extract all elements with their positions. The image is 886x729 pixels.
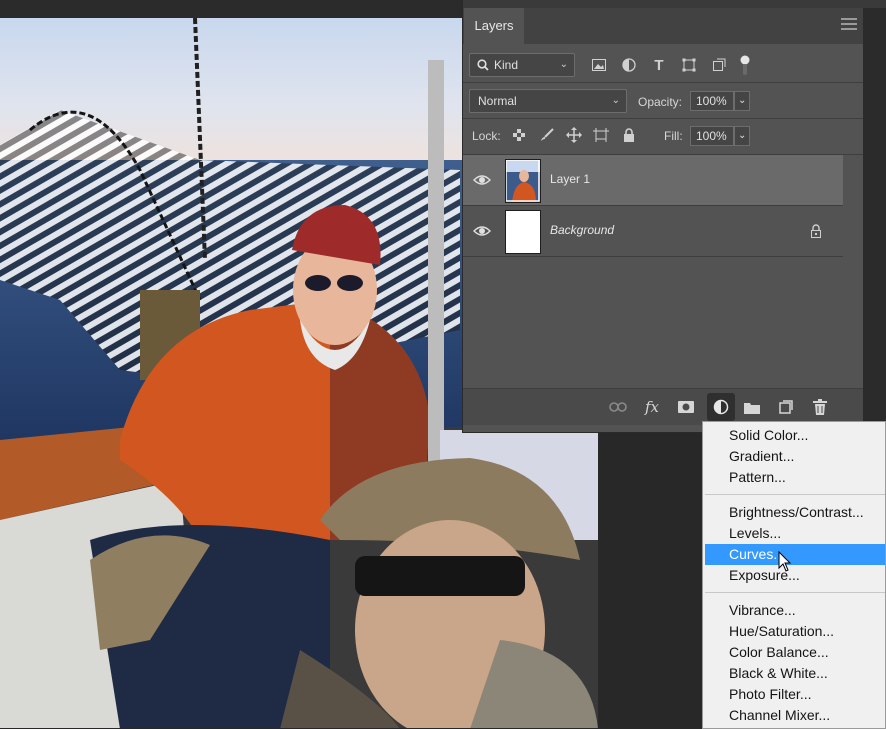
menu-item-pattern[interactable]: Pattern...	[705, 467, 885, 488]
filter-kind-label: Kind	[494, 58, 519, 72]
layer-thumbnail	[505, 159, 541, 203]
fill-label: Fill:	[664, 129, 683, 143]
lock-transparent-icon[interactable]	[509, 125, 529, 145]
eye-icon[interactable]	[473, 172, 491, 188]
lock-fill-row: Lock: Fill: 100% ⌄	[463, 120, 863, 154]
adjustment-layer-icon[interactable]	[707, 393, 735, 421]
opacity-field[interactable]: 100%	[690, 91, 734, 111]
panel-title-strip	[463, 0, 886, 8]
menu-item-gradient[interactable]: Gradient...	[705, 446, 885, 467]
menu-separator	[705, 494, 885, 495]
new-layer-icon[interactable]	[775, 397, 797, 417]
lock-paint-icon[interactable]	[537, 125, 557, 145]
filter-toggle-icon[interactable]	[740, 54, 750, 76]
lock-artboard-icon[interactable]	[591, 125, 611, 145]
shape-filter-icon[interactable]	[679, 55, 699, 75]
filter-kind-dropdown[interactable]: Kind ⌄	[469, 53, 575, 77]
menu-item-black-white[interactable]: Black & White...	[705, 663, 885, 684]
tab-layers[interactable]: Layers	[464, 8, 524, 44]
menu-item-levels[interactable]: Levels...	[705, 523, 885, 544]
search-icon	[477, 59, 489, 71]
lock-move-icon[interactable]	[564, 125, 584, 145]
panel-menu-icon[interactable]	[841, 18, 857, 32]
opacity-slider-toggle[interactable]: ⌄	[734, 91, 750, 111]
fill-slider-toggle[interactable]: ⌄	[734, 126, 750, 146]
lock-icon	[811, 224, 821, 238]
cursor-arrow-icon	[778, 551, 792, 572]
layer-row[interactable]: Background	[463, 206, 843, 256]
fx-icon[interactable]: fx	[641, 397, 663, 417]
menu-item-solid-color[interactable]: Solid Color...	[705, 425, 885, 446]
layer-thumbnail	[505, 210, 541, 254]
chevron-down-icon: ⌄	[559, 59, 568, 70]
menu-item-brightness-contrast[interactable]: Brightness/Contrast...	[705, 502, 885, 523]
type-filter-icon[interactable]: T	[649, 55, 669, 75]
menu-item-channel-mixer[interactable]: Channel Mixer...	[705, 705, 885, 726]
layers-panel: Layers Kind ⌄ T Normal ⌄ Opacity: 100% ⌄…	[462, 0, 886, 433]
menu-item-exposure[interactable]: Exposure...	[705, 565, 885, 586]
blend-opacity-row: Normal ⌄ Opacity: 100% ⌄	[463, 84, 863, 118]
image-filter-icon[interactable]	[589, 55, 609, 75]
opacity-label: Opacity:	[638, 95, 683, 109]
layer-name[interactable]: Layer 1	[550, 172, 590, 186]
layer-list: Layer 1 Background	[463, 155, 863, 387]
group-folder-icon[interactable]	[741, 397, 763, 417]
fill-field[interactable]: 100%	[690, 126, 734, 146]
chevron-down-icon: ⌄	[611, 95, 620, 106]
menu-item-hue-saturation[interactable]: Hue/Saturation...	[705, 621, 885, 642]
blend-mode-dropdown[interactable]: Normal ⌄	[469, 89, 627, 113]
layer-row[interactable]: Layer 1	[463, 155, 843, 205]
menu-item-photo-filter[interactable]: Photo Filter...	[705, 684, 885, 705]
smart-object-filter-icon[interactable]	[709, 55, 729, 75]
menu-item-color-balance[interactable]: Color Balance...	[705, 642, 885, 663]
layers-panel-footer: fx	[463, 388, 863, 425]
link-icon[interactable]	[607, 397, 629, 417]
new-adjustment-layer-menu: Solid Color... Gradient... Pattern... Br…	[702, 421, 886, 729]
menu-item-curves[interactable]: Curves...	[705, 544, 885, 565]
eye-icon[interactable]	[473, 223, 491, 239]
menu-item-vibrance[interactable]: Vibrance...	[705, 600, 885, 621]
adjustment-filter-icon[interactable]	[619, 55, 639, 75]
mask-icon[interactable]	[675, 397, 697, 417]
layer-filter-row: Kind ⌄ T	[463, 48, 863, 82]
menu-separator	[705, 592, 885, 593]
trash-icon[interactable]	[809, 397, 831, 417]
blend-mode-value: Normal	[478, 94, 517, 108]
lock-label: Lock:	[472, 129, 501, 143]
lock-all-icon[interactable]	[619, 125, 639, 145]
layer-name[interactable]: Background	[550, 223, 614, 237]
panel-tab-bar: Layers	[463, 8, 863, 44]
